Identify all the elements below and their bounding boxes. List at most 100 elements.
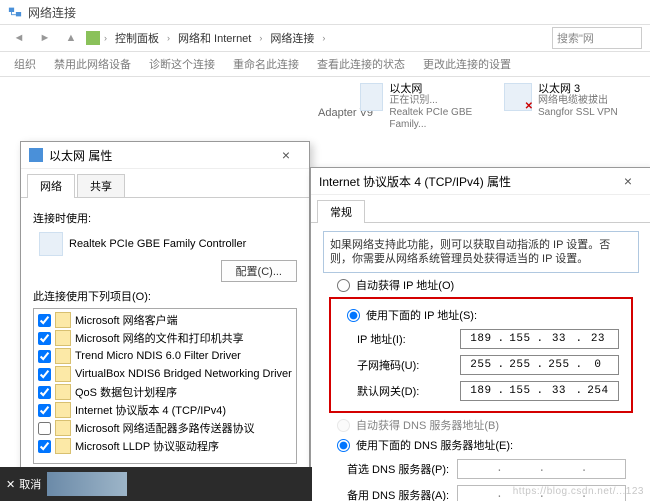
adapter-icon	[360, 83, 383, 111]
configure-button[interactable]: 配置(C)...	[221, 260, 297, 282]
gateway-label: 默认网关(D):	[357, 383, 460, 399]
dns1-input[interactable]: ...	[457, 459, 626, 479]
adapter-status: 正在识别...	[389, 95, 490, 107]
adapter-status: 网络电缆被拔出	[538, 95, 618, 107]
tab-general[interactable]: 常规	[317, 200, 365, 223]
protocol-label: Microsoft LLDP 协议驱动程序	[75, 438, 219, 454]
network-icon	[29, 148, 43, 162]
adapter-name-field: Realtek PCIe GBE Family Controller	[69, 238, 246, 250]
command-bar: 组织 禁用此网络设备 诊断这个连接 重命名此连接 查看此连接的状态 更改此连接的…	[0, 52, 650, 77]
manual-ip-radio[interactable]	[347, 309, 360, 322]
close-button[interactable]: ×	[271, 147, 301, 163]
chevron-right-icon: ›	[259, 33, 262, 43]
manual-dns-label: 使用下面的 DNS 服务器地址(E):	[356, 437, 513, 453]
ethernet-properties-dialog: 以太网 属性 × 网络 共享 连接时使用: Realtek PCIe GBE F…	[20, 141, 310, 501]
list-item[interactable]: Microsoft 网络的文件和打印机共享	[36, 329, 294, 347]
protocol-checkbox[interactable]	[38, 368, 51, 381]
network-icon	[8, 5, 22, 19]
tab-network[interactable]: 网络	[27, 174, 75, 198]
list-item[interactable]: Microsoft 网络客户端	[36, 311, 294, 329]
nav-forward-button[interactable]: ►	[34, 27, 56, 49]
protocol-label: Microsoft 网络的文件和打印机共享	[75, 330, 244, 346]
list-item[interactable]: Internet 协议版本 4 (TCP/IPv4)	[36, 401, 294, 419]
protocol-label: Microsoft 网络客户端	[75, 312, 178, 328]
search-input[interactable]: 搜索"网	[552, 27, 642, 49]
protocol-icon	[55, 438, 71, 454]
watermark: https://blog.csdn.net/...123	[513, 486, 644, 497]
manual-dns-radio[interactable]	[337, 439, 350, 452]
list-item[interactable]: Microsoft 网络适配器多路传送器协议	[36, 419, 294, 437]
list-item[interactable]: VirtualBox NDIS6 Bridged Networking Driv…	[36, 365, 294, 383]
adapter-list: 以太网 正在识别... Realtek PCIe GBE Family... 以…	[360, 83, 634, 131]
list-item[interactable]: Microsoft LLDP 协议驱动程序	[36, 437, 294, 455]
protocol-label: Internet 协议版本 4 (TCP/IPv4)	[75, 402, 226, 418]
adapter-item[interactable]: 以太网 正在识别... Realtek PCIe GBE Family...	[360, 83, 490, 131]
connect-using-label: 连接时使用:	[33, 210, 297, 226]
breadcrumb: ◄ ► ▲ › 控制面板 › 网络和 Internet › 网络连接 › 搜索"…	[0, 25, 650, 52]
adapter-item[interactable]: 以太网 3 网络电缆被拔出 Sangfor SSL VPN	[504, 83, 634, 131]
ip-address-input[interactable]: 189.155.33.23	[460, 329, 619, 349]
auto-ip-radio[interactable]	[337, 279, 350, 292]
protocol-checkbox[interactable]	[38, 386, 51, 399]
list-item[interactable]: QoS 数据包计划程序	[36, 383, 294, 401]
cmd-change-settings[interactable]: 更改此连接的设置	[423, 56, 511, 72]
protocol-icon	[55, 420, 71, 436]
breadcrumb-item[interactable]: 网络连接	[266, 28, 318, 48]
chevron-right-icon: ›	[322, 33, 325, 43]
taskbar: ✕ 取消	[0, 467, 312, 501]
protocol-checkbox[interactable]	[38, 332, 51, 345]
intro-text: 如果网络支持此功能，则可以获取自动指派的 IP 设置。否则，你需要从网络系统管理…	[323, 231, 639, 273]
nav-up-button[interactable]: ▲	[60, 27, 82, 49]
protocol-checkbox[interactable]	[38, 350, 51, 363]
taskbar-cancel[interactable]: ✕ 取消	[6, 476, 41, 492]
adapter-name: 以太网	[389, 83, 490, 95]
protocol-icon	[55, 330, 71, 346]
breadcrumb-item[interactable]: 网络和 Internet	[174, 28, 255, 48]
cmd-diagnose[interactable]: 诊断这个连接	[149, 56, 215, 72]
ip-address-label: IP 地址(I):	[357, 331, 460, 347]
adapter-icon-error	[504, 83, 532, 111]
window-title: 网络连接	[28, 4, 76, 21]
taskbar-thumbnail[interactable]	[47, 472, 127, 496]
chevron-right-icon: ›	[104, 33, 107, 43]
protocol-label: QoS 数据包计划程序	[75, 384, 177, 400]
ipv4-properties-dialog: Internet 协议版本 4 (TCP/IPv4) 属性 × 常规 如果网络支…	[310, 167, 650, 501]
auto-dns-label: 自动获得 DNS 服务器地址(B)	[356, 417, 499, 433]
subnet-mask-label: 子网掩码(U):	[357, 357, 460, 373]
gateway-input[interactable]: 189.155.33.254	[460, 381, 619, 401]
cmd-rename[interactable]: 重命名此连接	[233, 56, 299, 72]
dns2-label: 备用 DNS 服务器(A):	[347, 487, 457, 501]
nav-back-button[interactable]: ◄	[8, 27, 30, 49]
control-panel-icon	[86, 31, 100, 45]
protocol-checkbox[interactable]	[38, 422, 51, 435]
manual-ip-label: 使用下面的 IP 地址(S):	[366, 307, 477, 323]
auto-ip-label: 自动获得 IP 地址(O)	[356, 277, 454, 293]
auto-dns-radio	[337, 419, 350, 432]
dialog-title: Internet 协议版本 4 (TCP/IPv4) 属性	[319, 173, 511, 190]
chevron-right-icon: ›	[167, 33, 170, 43]
adapter-detail: Sangfor SSL VPN	[538, 107, 618, 119]
highlight-box: 使用下面的 IP 地址(S): IP 地址(I): 189.155.33.23 …	[329, 297, 633, 413]
protocol-checkbox[interactable]	[38, 440, 51, 453]
protocol-icon	[55, 402, 71, 418]
list-item[interactable]: Trend Micro NDIS 6.0 Filter Driver	[36, 347, 294, 365]
close-button[interactable]: ×	[613, 173, 643, 189]
protocol-label: VirtualBox NDIS6 Bridged Networking Driv…	[75, 368, 292, 380]
protocol-icon	[55, 366, 71, 382]
protocol-checkbox[interactable]	[38, 404, 51, 417]
items-list-label: 此连接使用下列项目(O):	[33, 288, 297, 304]
cmd-disable[interactable]: 禁用此网络设备	[54, 56, 131, 72]
protocol-icon	[55, 384, 71, 400]
dialog-title: 以太网 属性	[49, 147, 112, 164]
breadcrumb-item[interactable]: 控制面板	[111, 28, 163, 48]
protocol-list[interactable]: Microsoft 网络客户端 Microsoft 网络的文件和打印机共享Tren…	[33, 308, 297, 464]
protocol-label: Microsoft 网络适配器多路传送器协议	[75, 420, 255, 436]
subnet-mask-input[interactable]: 255.255.255.0	[460, 355, 619, 375]
tab-sharing[interactable]: 共享	[77, 174, 125, 198]
cmd-status[interactable]: 查看此连接的状态	[317, 56, 405, 72]
window-title-bar: 网络连接	[0, 0, 650, 25]
protocol-checkbox[interactable]	[38, 314, 51, 327]
adapter-detail: Realtek PCIe GBE Family...	[389, 107, 490, 131]
dns1-label: 首选 DNS 服务器(P):	[347, 461, 457, 477]
cmd-organize[interactable]: 组织	[14, 56, 36, 72]
